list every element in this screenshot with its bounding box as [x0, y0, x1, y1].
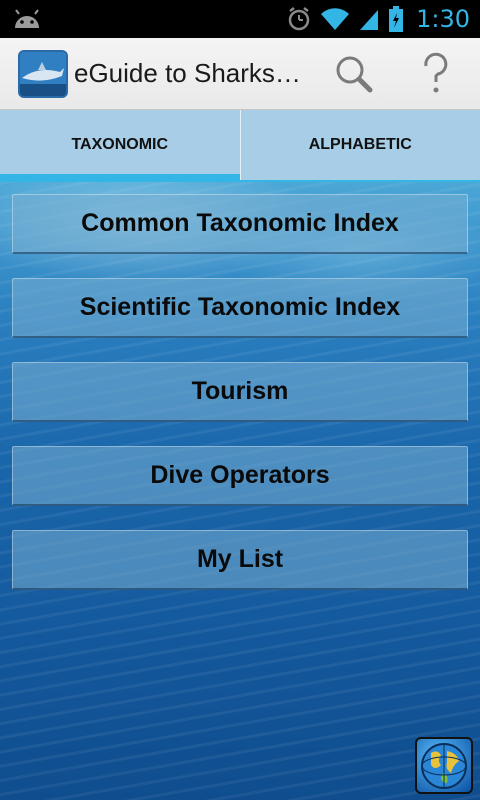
tab-taxonomic[interactable]: TAXONOMIC	[0, 110, 240, 182]
search-icon	[336, 56, 373, 93]
my-list-button[interactable]: My List	[12, 530, 468, 590]
battery-icon	[389, 6, 404, 32]
status-time: 1:30	[416, 5, 470, 33]
dive-operators-button[interactable]: Dive Operators	[12, 446, 468, 506]
status-icons: 1:30	[286, 0, 470, 38]
common-taxonomic-index-button[interactable]: Common Taxonomic Index	[12, 194, 468, 254]
action-bar: eGuide to Sharks…	[0, 38, 480, 110]
tab-bar: TAXONOMIC ALPHABETIC	[0, 110, 480, 182]
signal-icon	[360, 10, 379, 30]
help-icon	[424, 52, 448, 93]
app-title: eGuide to Sharks…	[74, 58, 300, 88]
alarm-icon	[288, 7, 310, 31]
scientific-taxonomic-index-button[interactable]: Scientific Taxonomic Index	[12, 278, 468, 338]
search-button[interactable]	[330, 52, 378, 96]
android-icon	[15, 9, 39, 28]
tourism-button[interactable]: Tourism	[12, 362, 468, 422]
status-bar: 1:30	[0, 0, 480, 38]
tab-alphabetic[interactable]: ALPHABETIC	[239, 110, 480, 180]
help-button[interactable]	[412, 52, 460, 96]
wifi-icon	[321, 8, 350, 30]
globe-button[interactable]	[415, 737, 473, 794]
app-shark-icon[interactable]	[18, 50, 68, 98]
globe-icon	[421, 743, 467, 789]
